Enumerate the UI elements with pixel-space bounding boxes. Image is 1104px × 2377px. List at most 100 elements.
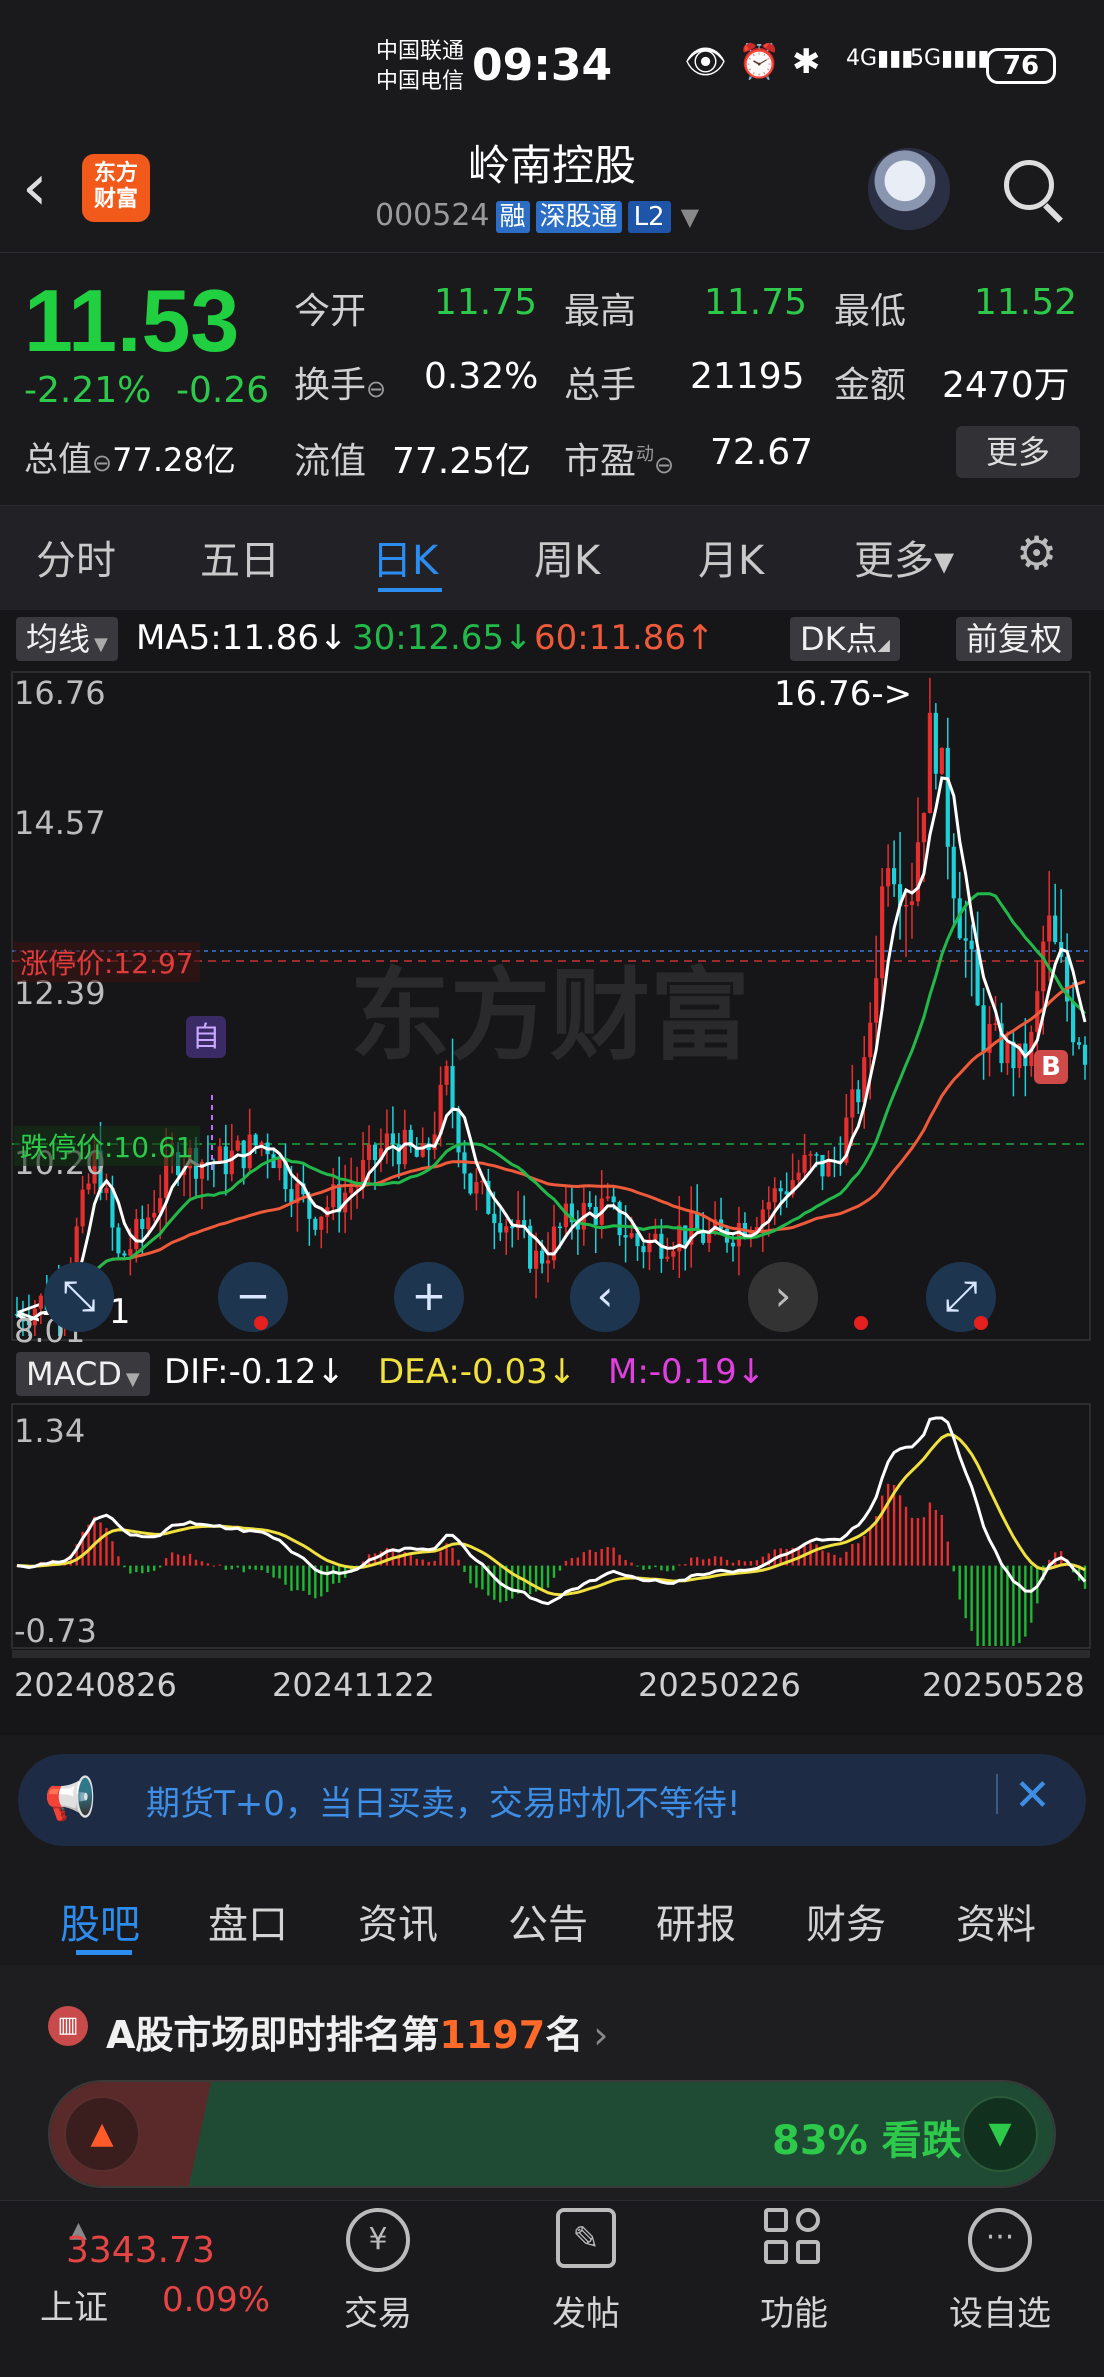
total-value-row: 总值⊖77.28亿 xyxy=(24,432,236,481)
ranking-icon: ▥ xyxy=(48,2006,88,2046)
index-name[interactable]: 上证 xyxy=(40,2280,108,2329)
nav-add-watchlist[interactable]: 设自选 xyxy=(930,2286,1070,2335)
candle-body xyxy=(450,1066,455,1111)
bearish-vote-button[interactable]: ▼ xyxy=(962,2096,1038,2172)
tag-margin: 融 xyxy=(495,201,530,233)
candle-body xyxy=(313,1218,318,1230)
macd-bar xyxy=(618,1554,621,1566)
robot-avatar-icon[interactable] xyxy=(868,148,950,230)
ranking-prefix: A股市场即时排名第 xyxy=(106,2013,440,2057)
macd-indicator-select[interactable]: MACD ▼ xyxy=(16,1352,150,1396)
zoom-in-icon[interactable]: + xyxy=(394,1262,464,1332)
turnover-label: 换手 xyxy=(294,365,367,406)
tag-sz-connect: 深股通 xyxy=(535,201,622,233)
macd-bar xyxy=(546,1565,550,1588)
candle-body xyxy=(140,1218,145,1229)
settings-gear-icon[interactable]: ⚙ xyxy=(1016,526,1057,580)
candle-body xyxy=(116,1227,121,1254)
dea-legend: DEA:-0.03↓ xyxy=(378,1352,577,1392)
tab-daily-k[interactable]: 日K xyxy=(372,528,438,586)
self-select-marker[interactable]: 自 xyxy=(186,1016,226,1058)
macd-bar xyxy=(206,1563,210,1566)
nav-function[interactable]: 功能 xyxy=(734,2286,854,2335)
adjust-mode-button[interactable]: 前复权 xyxy=(956,617,1073,661)
macd-bar xyxy=(994,1565,997,1646)
tab-weekly-k[interactable]: 周K xyxy=(534,528,600,586)
macd-bar xyxy=(952,1565,955,1572)
macd-bar xyxy=(147,1565,150,1573)
macd-bar xyxy=(463,1565,466,1572)
macd-bar xyxy=(612,1547,615,1566)
notice-dot xyxy=(974,1316,988,1330)
candle-body xyxy=(623,1235,628,1238)
macd-bar xyxy=(636,1565,639,1567)
pan-right-icon[interactable]: › xyxy=(748,1262,818,1332)
expand-icon[interactable]: ⤡ xyxy=(44,1262,114,1332)
more-dots-icon[interactable]: ··· xyxy=(968,2208,1032,2272)
macd-bar xyxy=(558,1565,562,1571)
macd-bar xyxy=(1000,1565,1003,1646)
tab-news[interactable]: 资讯 xyxy=(358,1892,438,1950)
turnover-value: 0.32% xyxy=(424,356,539,397)
ranking-text[interactable]: A股市场即时排名第1197名 › xyxy=(106,2004,608,2059)
alarm-icon: ⏰ xyxy=(738,42,781,82)
tab-finance[interactable]: 财务 xyxy=(806,1892,886,1950)
macd-bar xyxy=(922,1517,926,1566)
macd-bar xyxy=(1024,1565,1027,1637)
pan-left-icon[interactable]: ‹ xyxy=(570,1262,640,1332)
trade-icon[interactable]: ¥ xyxy=(346,2208,410,2272)
total-value: 77.28亿 xyxy=(112,441,236,479)
current-price: 11.53 xyxy=(24,271,240,370)
tab-intraday[interactable]: 分时 xyxy=(36,528,116,586)
macd-bar xyxy=(749,1560,753,1566)
tab-announcement[interactable]: 公告 xyxy=(508,1892,588,1950)
notice-dot xyxy=(854,1316,868,1330)
candle-body xyxy=(474,1182,479,1194)
candle-body xyxy=(814,1154,819,1156)
buy-marker[interactable]: B xyxy=(1034,1050,1068,1084)
tab-pankou[interactable]: 盘口 xyxy=(208,1892,288,1950)
bluetooth-icon: ✱ xyxy=(792,42,821,82)
macd-bar xyxy=(326,1565,329,1593)
macd-bar xyxy=(111,1541,114,1566)
candle-body xyxy=(826,1160,831,1177)
candle-body xyxy=(874,978,879,1023)
macd-bar xyxy=(290,1565,293,1591)
kline-chart-svg[interactable]: 东方财富 xyxy=(0,660,1104,1680)
nav-post[interactable]: 发帖 xyxy=(526,2286,646,2335)
tab-guba[interactable]: 股吧 xyxy=(60,1892,140,1950)
float-value: 77.25亿 xyxy=(392,441,532,482)
zoom-out-icon[interactable]: − xyxy=(218,1262,288,1332)
ma-indicator-select[interactable]: 均线 ▼ xyxy=(16,617,118,661)
tab-five-day[interactable]: 五日 xyxy=(200,528,280,586)
macd-bar xyxy=(439,1551,442,1566)
tab-more[interactable]: 更多▾ xyxy=(854,528,954,586)
function-grid-icon[interactable] xyxy=(764,2208,824,2268)
macd-bar xyxy=(916,1518,920,1566)
dk-point-button[interactable]: DK点◢ xyxy=(790,617,900,661)
search-icon[interactable] xyxy=(1004,160,1068,224)
nav-trade[interactable]: 交易 xyxy=(318,2286,438,2335)
change-amount: -0.26 xyxy=(176,370,270,411)
candle-body xyxy=(951,846,956,899)
more-button[interactable]: 更多 xyxy=(956,426,1080,478)
stock-code-row[interactable]: 000524 融深股通 L2 ▼ xyxy=(375,198,699,233)
banner-text[interactable]: 期货T+0，当日买卖，交易时机不等待! xyxy=(146,1776,741,1825)
post-edit-icon[interactable]: ✎ xyxy=(556,2208,616,2268)
volume-value: 21195 xyxy=(690,356,805,397)
bullish-vote-button[interactable]: ▲ xyxy=(64,2096,140,2172)
watermark: 东方财富 xyxy=(350,957,750,1074)
divider xyxy=(0,252,1104,253)
date-label-4: 20250528 xyxy=(922,1666,1085,1704)
corner-icon: ◢ xyxy=(877,635,890,654)
tab-research[interactable]: 研报 xyxy=(656,1892,736,1950)
candle-body xyxy=(802,1155,807,1173)
tab-monthly-k[interactable]: 月K xyxy=(698,528,764,586)
candle-body xyxy=(146,1217,151,1229)
macd-bar xyxy=(707,1558,711,1566)
index-value[interactable]: 3343.73 xyxy=(66,2230,215,2271)
tab-profile[interactable]: 资料 xyxy=(956,1892,1036,1950)
date-label-1: 20240826 xyxy=(14,1666,177,1704)
close-icon[interactable]: ✕ xyxy=(1014,1770,1051,1821)
macd-bar xyxy=(958,1565,961,1600)
